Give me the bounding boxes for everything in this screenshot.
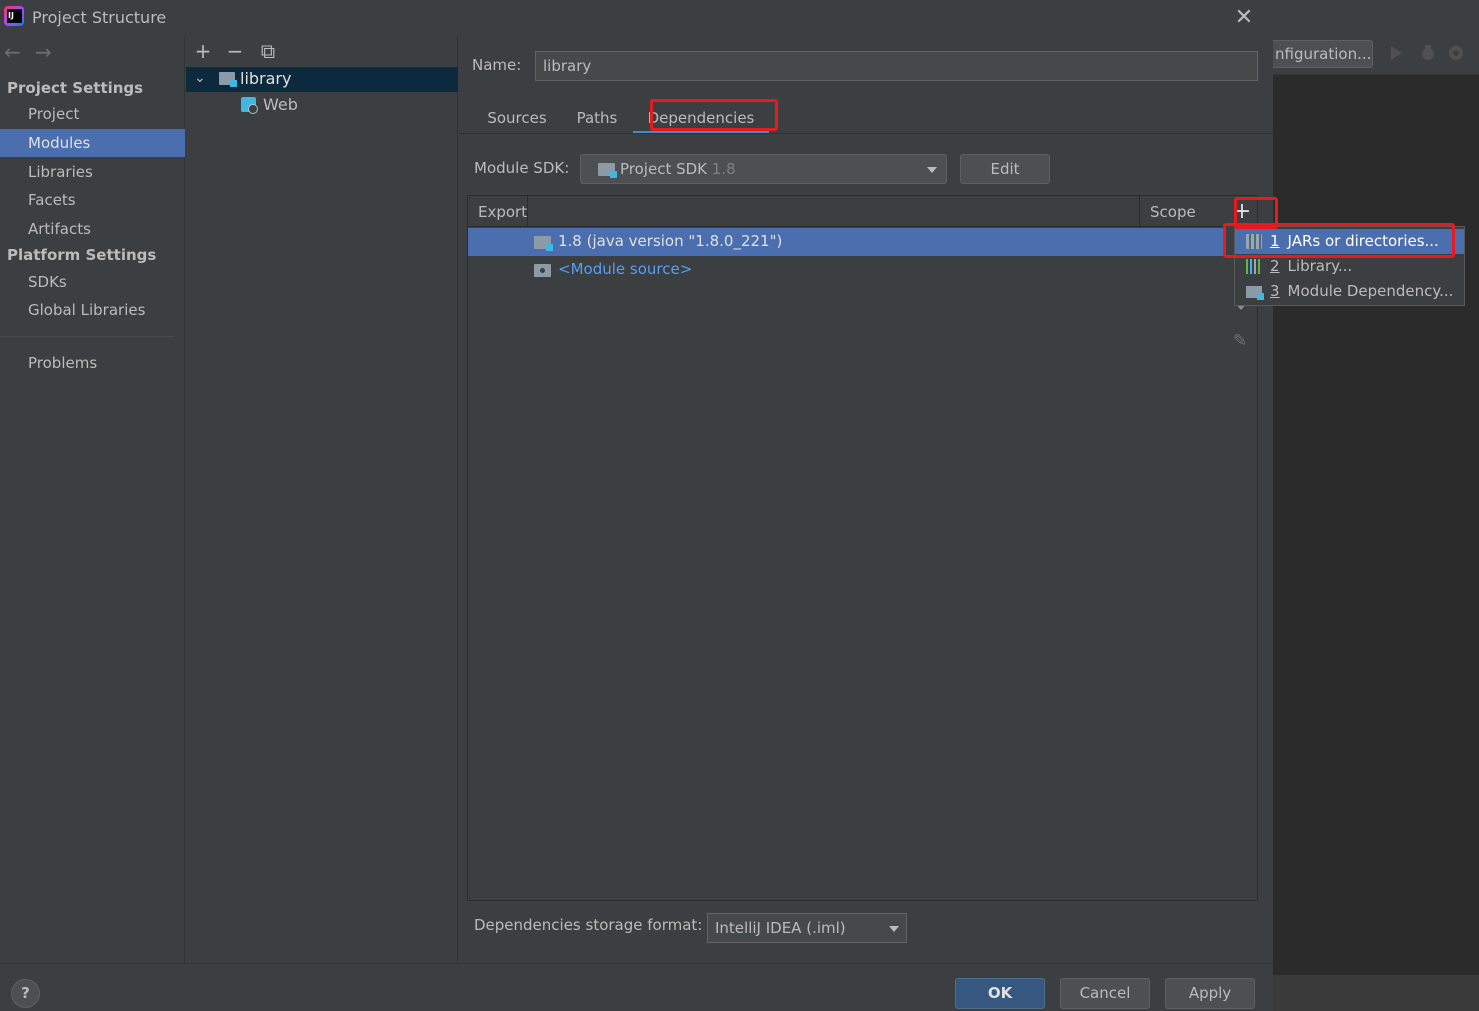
- project-settings-header: Project Settings: [7, 79, 144, 97]
- run-icon[interactable]: [1387, 44, 1405, 62]
- background-ide-toolbar: nfiguration...: [1273, 0, 1479, 75]
- sidebar-item-modules[interactable]: Modules: [0, 129, 185, 157]
- dialog-title: Project Structure: [32, 8, 167, 27]
- copy-module-icon[interactable]: ⧉: [257, 40, 279, 62]
- column-header-scope[interactable]: Scope: [1150, 203, 1196, 221]
- add-dependency-button[interactable]: +: [1231, 201, 1253, 223]
- storage-format-value: IntelliJ IDEA (.iml): [715, 919, 846, 937]
- tabs-divider: [459, 133, 1273, 134]
- library-icon: [1246, 259, 1262, 274]
- dropdown-arrow-icon: [889, 926, 899, 932]
- settings-sidebar: ← → Project Settings Project Modules Lib…: [0, 36, 185, 963]
- tab-dependencies[interactable]: Dependencies: [633, 106, 769, 134]
- ok-button[interactable]: OK: [955, 978, 1045, 1009]
- module-sdk-label: Module SDK:: [474, 159, 570, 177]
- storage-format-combo[interactable]: IntelliJ IDEA (.iml): [707, 913, 907, 943]
- menu-item-label: JARs or directories...: [1287, 232, 1439, 250]
- module-sdk-combo[interactable]: Project SDK 1.8: [580, 154, 947, 184]
- add-dependency-menu: 1 JARs or directories... 2 Library... 3 Mod…: [1234, 226, 1465, 306]
- name-label: Name:: [472, 56, 522, 74]
- jar-icon: [1246, 234, 1262, 249]
- web-facet-icon: [241, 97, 258, 114]
- sdk-folder-icon: [598, 163, 617, 178]
- coverage-icon[interactable]: [1447, 44, 1465, 62]
- module-folder-icon: [219, 72, 237, 87]
- dialog-button-bar: ? OK Cancel Apply: [0, 963, 1273, 1011]
- sidebar-item-libraries[interactable]: Libraries: [0, 158, 185, 186]
- close-icon[interactable]: ✕: [1234, 7, 1254, 29]
- tree-node-library[interactable]: ⌄ library: [186, 67, 458, 92]
- sdk-value: Project SDK 1.8: [620, 160, 736, 178]
- sdk-version: 1.8: [711, 160, 736, 178]
- help-button[interactable]: ?: [11, 979, 40, 1008]
- sidebar-item-facets[interactable]: Facets: [0, 186, 185, 214]
- forward-arrow-icon[interactable]: →: [35, 42, 57, 62]
- menu-mnemonic: 2: [1270, 257, 1280, 275]
- platform-settings-header: Platform Settings: [7, 246, 157, 264]
- dependency-name: <Module source>: [558, 260, 693, 278]
- tree-node-web[interactable]: Web: [186, 93, 458, 118]
- tree-node-label: Web: [263, 95, 298, 114]
- title-bar: Project Structure ✕: [0, 0, 1273, 36]
- column-divider: [527, 196, 528, 227]
- table-row[interactable]: <Module source>: [468, 256, 1233, 284]
- tab-sources[interactable]: Sources: [481, 106, 553, 134]
- dependencies-table: Export Scope 1.8 (java version "1.8.0_22…: [467, 195, 1234, 901]
- intellij-icon: [4, 6, 24, 26]
- sidebar-divider: [0, 336, 175, 337]
- remove-module-icon[interactable]: −: [224, 40, 246, 62]
- menu-item-label: Module Dependency...: [1287, 282, 1454, 300]
- module-name-input[interactable]: [535, 51, 1258, 81]
- sidebar-item-artifacts[interactable]: Artifacts: [0, 215, 185, 243]
- apply-button[interactable]: Apply: [1165, 978, 1255, 1009]
- edit-sdk-button[interactable]: Edit: [960, 154, 1050, 184]
- tab-paths[interactable]: Paths: [569, 106, 625, 134]
- debug-icon[interactable]: [1419, 44, 1437, 62]
- module-tree-panel: + − ⧉ ⌄ library Web: [186, 36, 458, 963]
- module-details-panel: Name: Sources Paths Dependencies Module …: [459, 36, 1273, 963]
- table-row[interactable]: 1.8 (java version "1.8.0_221"): [468, 228, 1233, 256]
- edit-pencil-icon[interactable]: ✎: [1233, 332, 1251, 350]
- menu-item-jars-or-directories[interactable]: 1 JARs or directories...: [1235, 229, 1464, 254]
- back-arrow-icon[interactable]: ←: [4, 42, 26, 62]
- storage-format-label: Dependencies storage format:: [474, 916, 703, 934]
- sidebar-item-global-libraries[interactable]: Global Libraries: [0, 296, 185, 324]
- module-source-folder-icon: [534, 264, 551, 277]
- menu-item-module-dependency[interactable]: 3 Module Dependency...: [1235, 279, 1464, 304]
- menu-item-label: Library...: [1287, 257, 1353, 275]
- menu-mnemonic: 3: [1270, 282, 1280, 300]
- column-divider: [1139, 196, 1140, 227]
- menu-item-library[interactable]: 2 Library...: [1235, 254, 1464, 279]
- sdk-folder-icon: [534, 236, 553, 251]
- project-structure-dialog: Project Structure ✕ ← → Project Settings…: [0, 0, 1273, 1011]
- sidebar-item-problems[interactable]: Problems: [0, 349, 185, 377]
- menu-mnemonic: 1: [1270, 232, 1280, 250]
- sdk-name: Project SDK: [620, 160, 707, 178]
- tree-node-label: library: [240, 69, 292, 88]
- dropdown-arrow-icon: [927, 167, 937, 173]
- module-dependency-icon: [1246, 286, 1264, 300]
- add-module-icon[interactable]: +: [192, 40, 214, 62]
- sidebar-item-sdks[interactable]: SDKs: [0, 268, 185, 296]
- chevron-down-icon[interactable]: ⌄: [194, 70, 206, 86]
- run-configuration-combo[interactable]: nfiguration...: [1273, 40, 1373, 68]
- column-header-export[interactable]: Export: [478, 203, 527, 221]
- sidebar-item-project[interactable]: Project: [0, 100, 185, 128]
- dependency-name: 1.8 (java version "1.8.0_221"): [558, 232, 783, 250]
- cancel-button[interactable]: Cancel: [1060, 978, 1150, 1009]
- table-header: Export Scope: [468, 196, 1233, 227]
- background-ide-window: nfiguration...: [1273, 0, 1479, 1011]
- background-ide-statusbar: [1273, 975, 1479, 1011]
